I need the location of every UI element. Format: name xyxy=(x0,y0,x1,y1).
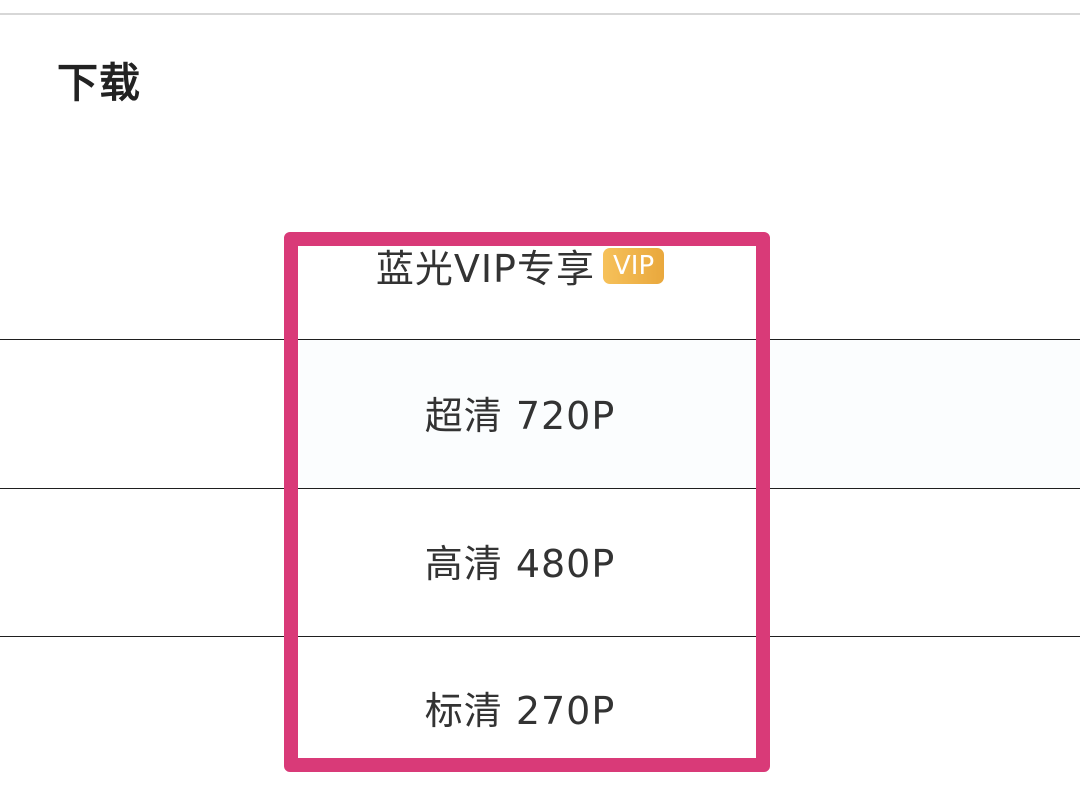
quality-option-label: 标清 270P xyxy=(424,689,616,733)
vip-badge: VIP xyxy=(602,247,665,284)
row-divider xyxy=(0,636,1080,637)
quality-option-720p[interactable]: 超清 720P xyxy=(300,393,740,439)
quality-option-bluray-vip[interactable]: 蓝光VIP专享 VIP xyxy=(300,246,740,292)
page-title: 下载 xyxy=(57,59,141,107)
row-divider xyxy=(0,339,1080,340)
top-divider xyxy=(0,13,1080,15)
quality-option-label: 高清 480P xyxy=(424,542,616,586)
quality-option-270p[interactable]: 标清 270P xyxy=(300,688,740,734)
quality-option-label: 蓝光VIP专享 xyxy=(375,247,595,291)
row-divider xyxy=(0,488,1080,489)
quality-option-480p[interactable]: 高清 480P xyxy=(300,541,740,587)
quality-option-label: 超清 720P xyxy=(424,394,616,438)
